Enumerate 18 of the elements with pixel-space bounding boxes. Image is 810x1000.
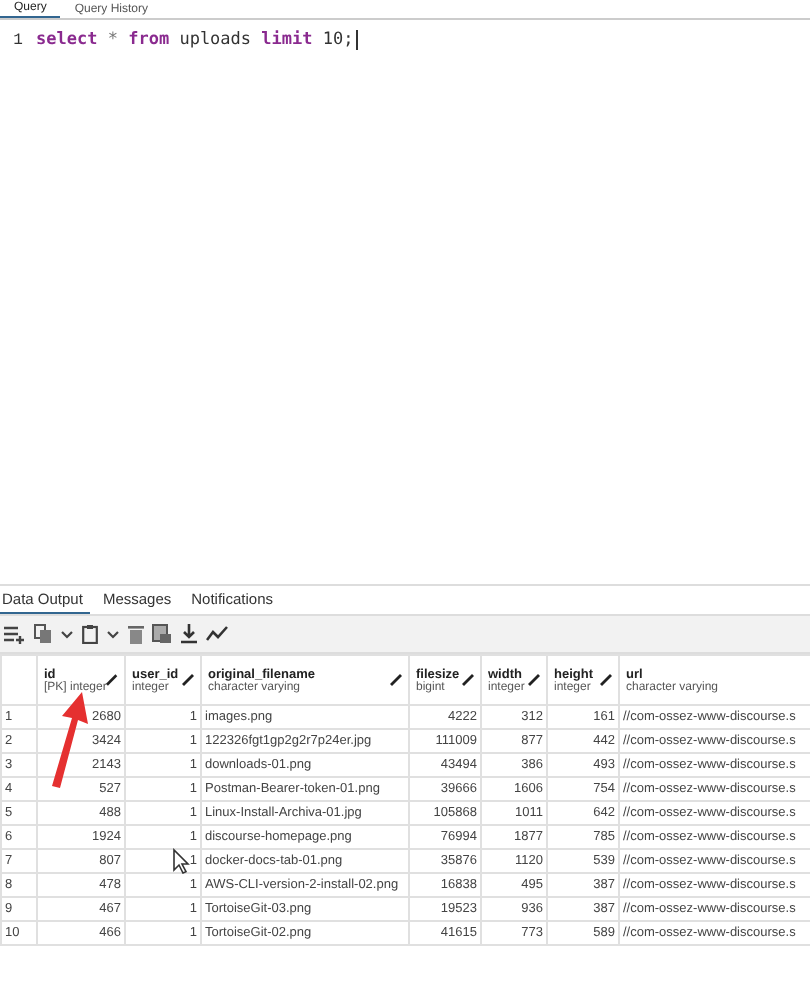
download-icon[interactable]	[180, 624, 198, 644]
caret-icon[interactable]	[60, 629, 74, 639]
pencil-icon[interactable]	[182, 674, 194, 686]
caret-icon[interactable]	[106, 629, 120, 639]
line-number: 1	[11, 31, 25, 49]
pencil-icon[interactable]	[106, 674, 118, 686]
pencil-icon[interactable]	[600, 674, 612, 686]
trash-icon[interactable]	[128, 624, 144, 644]
pencil-icon[interactable]	[528, 674, 540, 686]
copy-icon[interactable]	[34, 624, 52, 644]
add-row-icon[interactable]	[4, 625, 26, 643]
clipboard-icon[interactable]	[82, 624, 98, 644]
pencil-icon[interactable]	[390, 674, 402, 686]
code-line[interactable]: select * from uploads limit 10;	[36, 30, 358, 50]
pencil-icon[interactable]	[462, 674, 474, 686]
mouse-pointer-icon	[172, 848, 190, 874]
graph-icon[interactable]	[206, 626, 228, 642]
save-data-icon[interactable]	[152, 624, 172, 644]
